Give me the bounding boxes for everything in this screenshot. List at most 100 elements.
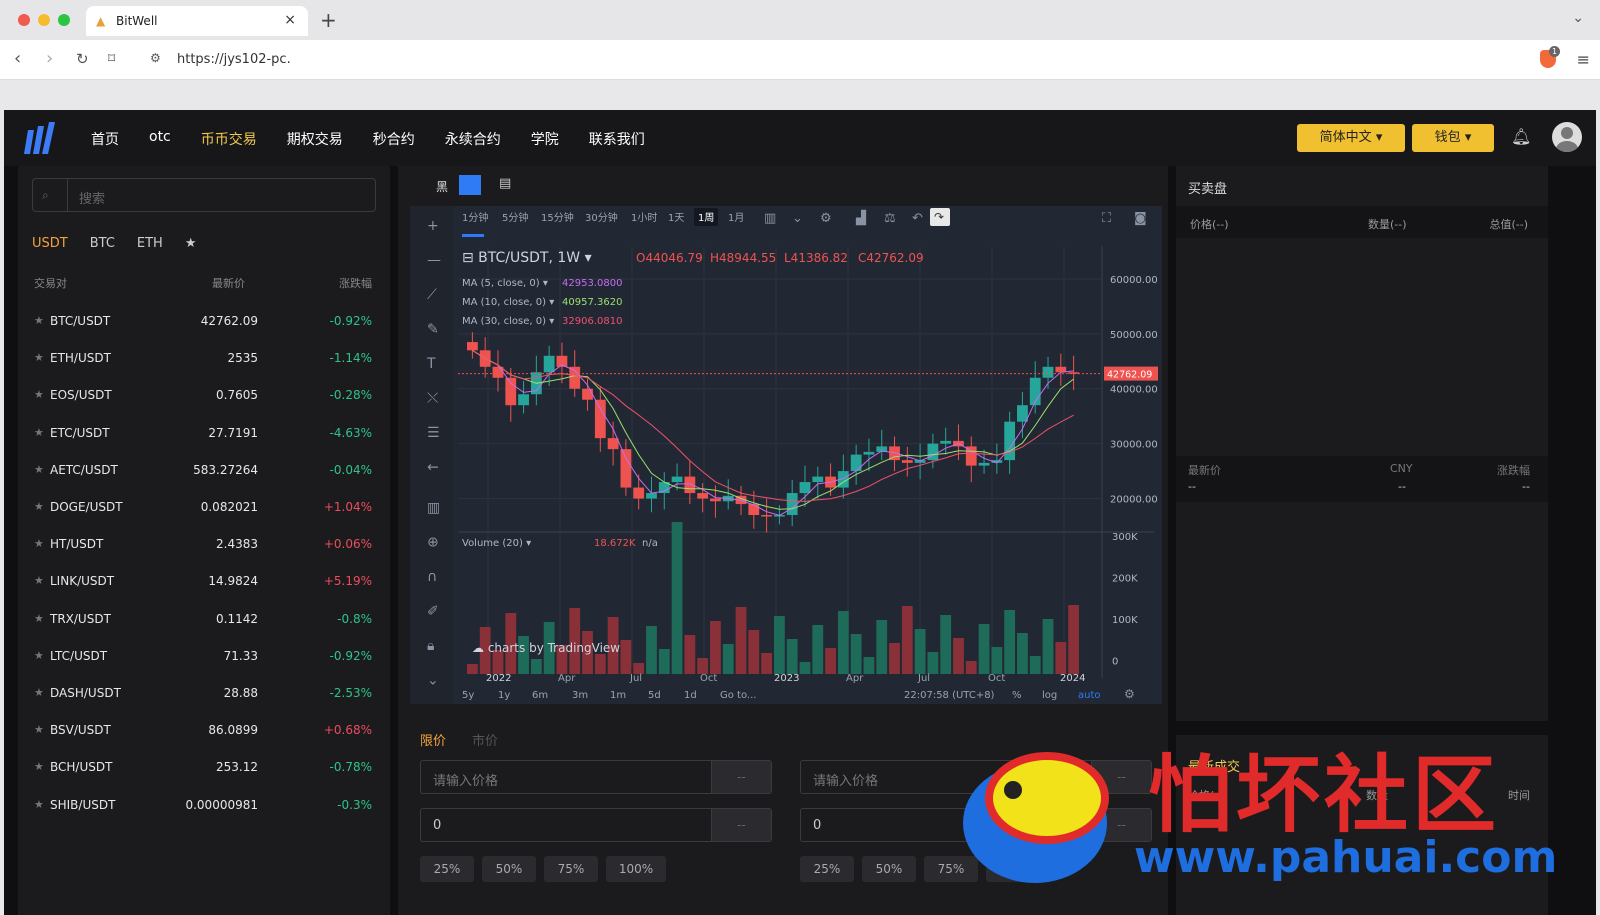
wallet-button[interactable]: 钱包 ▾ bbox=[1412, 124, 1494, 152]
avatar[interactable] bbox=[1552, 122, 1582, 152]
range-0[interactable]: 5y bbox=[462, 690, 474, 701]
star-icon[interactable]: ★ bbox=[34, 612, 44, 625]
pair-row[interactable]: ★ BTC/USDT 42762.09 -0.92% bbox=[34, 314, 374, 334]
range-1[interactable]: 1y bbox=[498, 690, 510, 701]
star-icon[interactable]: ★ bbox=[34, 649, 44, 662]
tab-btc[interactable]: BTC bbox=[90, 236, 115, 251]
compare-icon[interactable]: ⚖ bbox=[884, 211, 896, 226]
trend-icon[interactable]: ⟋ bbox=[427, 287, 437, 303]
url-field[interactable]: https://jys102-pc. bbox=[177, 52, 291, 67]
star-icon[interactable]: ★ bbox=[34, 686, 44, 699]
buy-pct-25[interactable]: 25% bbox=[420, 856, 474, 882]
lock-icon[interactable]: 🔒︎ bbox=[427, 638, 434, 654]
pattern-icon[interactable]: ⤬ bbox=[427, 391, 438, 407]
chevron-down-icon[interactable]: ⌄ bbox=[792, 211, 803, 226]
close-window-button[interactable] bbox=[18, 14, 30, 26]
fullscreen-icon[interactable]: ⛶ bbox=[1101, 211, 1112, 226]
star-icon[interactable]: ★ bbox=[34, 500, 44, 513]
brush-icon[interactable]: ✎ bbox=[427, 322, 439, 338]
star-icon[interactable]: ★ bbox=[34, 723, 44, 736]
text-icon[interactable]: T bbox=[426, 356, 436, 372]
buy-pct-50[interactable]: 50% bbox=[482, 856, 536, 882]
theme-blue-swatch[interactable] bbox=[459, 175, 481, 195]
interval-7[interactable]: 1月 bbox=[728, 212, 744, 224]
star-icon[interactable]: ★ bbox=[34, 537, 44, 550]
pair-row[interactable]: ★ LTC/USDT 71.33 -0.92% bbox=[34, 649, 374, 669]
pair-row[interactable]: ★ ETC/USDT 27.7191 -4.63% bbox=[34, 426, 374, 446]
sell-price-input[interactable]: 请输入价格 bbox=[813, 770, 878, 789]
star-icon[interactable]: ★ bbox=[34, 574, 44, 587]
bookmark-icon[interactable]: ⌑ bbox=[108, 51, 115, 67]
pair-row[interactable]: ★ SHIB/USDT 0.00000981 -0.3% bbox=[34, 798, 374, 818]
minimize-window-button[interactable] bbox=[38, 14, 50, 26]
star-icon[interactable]: ★ bbox=[34, 798, 44, 811]
tradingview-chart[interactable]: + — ⟋ ✎ T ⤬ ☰ ← ▥ ⊕ ∩ ✐ 🔒︎ ⌄ 1分钟 5分钟 15分钟 30分钟 1小时 1天 1周 1月 ▥ ⌄… bbox=[410, 206, 1162, 704]
tab-limit[interactable]: 限价 bbox=[420, 730, 446, 749]
nav-otc[interactable]: otc bbox=[149, 129, 171, 149]
buy-amount-input[interactable]: 0 bbox=[433, 818, 441, 833]
pair-row[interactable]: ★ ETH/USDT 2535 -1.14% bbox=[34, 351, 374, 371]
interval-6[interactable]: 1周 bbox=[698, 212, 714, 224]
pair-row[interactable]: ★ BSV/USDT 86.0899 +0.68% bbox=[34, 723, 374, 743]
bitwell-logo-icon[interactable] bbox=[20, 120, 60, 156]
nav-contact[interactable]: 联系我们 bbox=[589, 129, 645, 149]
gear-icon[interactable]: ⚙ bbox=[820, 211, 832, 226]
measure-icon[interactable]: ▥ bbox=[427, 500, 440, 516]
buy-amount-field[interactable]: 0 -- bbox=[420, 808, 772, 842]
scale-auto[interactable]: auto bbox=[1078, 690, 1101, 701]
star-icon[interactable]: ★ bbox=[34, 760, 44, 773]
bell-icon[interactable]: 🔔︎ bbox=[1511, 127, 1531, 146]
crosshair-icon[interactable]: + bbox=[427, 218, 439, 234]
interval-5[interactable]: 1天 bbox=[668, 213, 684, 224]
pair-row[interactable]: ★ EOS/USDT 0.7605 -0.28% bbox=[34, 388, 374, 408]
buy-price-input[interactable]: 请输入价格 bbox=[433, 770, 498, 789]
sell-price-field[interactable]: 请输入价格 -- bbox=[800, 760, 1152, 794]
browser-tab[interactable]: ▲ BitWell × bbox=[86, 6, 308, 36]
pair-row[interactable]: ★ DASH/USDT 28.88 -2.53% bbox=[34, 686, 374, 706]
buy-price-field[interactable]: 请输入价格 -- bbox=[420, 760, 772, 794]
interval-4[interactable]: 1小时 bbox=[631, 212, 657, 224]
theme-dark-option[interactable]: 黑 bbox=[436, 178, 448, 195]
star-icon[interactable]: ★ bbox=[34, 388, 44, 401]
draw-lock-icon[interactable]: ✐ bbox=[427, 604, 439, 620]
line-icon[interactable]: — bbox=[427, 253, 441, 269]
zoom-window-button[interactable] bbox=[58, 14, 70, 26]
interval-2[interactable]: 15分钟 bbox=[541, 211, 574, 224]
sell-amount-field[interactable]: 0 -- bbox=[800, 808, 1152, 842]
new-tab-icon[interactable]: + bbox=[320, 8, 337, 32]
sell-pct-75[interactable]: 75% bbox=[924, 856, 978, 882]
magnet-icon[interactable]: ∩ bbox=[427, 569, 437, 585]
reload-icon[interactable]: ↻ bbox=[76, 50, 89, 68]
sell-pct-25[interactable]: 25% bbox=[800, 856, 854, 882]
pair-row[interactable]: ★ HT/USDT 2.4383 +0.06% bbox=[34, 537, 374, 557]
nav-home[interactable]: 首页 bbox=[91, 129, 119, 149]
site-settings-icon[interactable]: ⚙ bbox=[150, 51, 161, 65]
star-icon[interactable]: ★ bbox=[34, 351, 44, 364]
interval-1[interactable]: 5分钟 bbox=[502, 211, 528, 224]
language-button[interactable]: 简体中文 ▾ bbox=[1297, 124, 1405, 152]
candle-type-icon[interactable]: ▥ bbox=[764, 211, 776, 226]
back-icon[interactable]: ‹ bbox=[14, 48, 21, 69]
sell-amount-input[interactable]: 0 bbox=[813, 818, 821, 833]
arrow-left-icon[interactable]: ← bbox=[427, 460, 439, 476]
pair-row[interactable]: ★ AETC/USDT 583.27264 -0.04% bbox=[34, 463, 374, 483]
chevron-down-icon[interactable]: ⌄ bbox=[1572, 10, 1584, 26]
tab-market[interactable]: 市价 bbox=[472, 730, 498, 749]
menu-icon[interactable]: ≡ bbox=[1577, 50, 1590, 69]
nav-options[interactable]: 期权交易 bbox=[287, 129, 343, 149]
star-icon[interactable]: ★ bbox=[34, 314, 44, 327]
range-7[interactable]: Go to... bbox=[720, 690, 756, 701]
range-5[interactable]: 5d bbox=[648, 690, 661, 701]
close-tab-icon[interactable]: × bbox=[284, 12, 296, 28]
tab-favorites[interactable]: ★ bbox=[185, 236, 197, 251]
tab-eth[interactable]: ETH bbox=[137, 236, 163, 251]
search-input[interactable]: 搜索 bbox=[79, 188, 105, 207]
tab-usdt[interactable]: USDT bbox=[32, 236, 68, 251]
forward-icon[interactable]: › bbox=[46, 48, 53, 69]
camera-icon[interactable]: ◙ bbox=[1134, 211, 1147, 226]
pair-row[interactable]: ★ BCH/USDT 253.12 -0.78% bbox=[34, 760, 374, 780]
nav-academy[interactable]: 学院 bbox=[531, 129, 559, 149]
range-3[interactable]: 3m bbox=[572, 690, 588, 701]
nav-second-contract[interactable]: 秒合约 bbox=[373, 129, 415, 149]
buy-pct-75[interactable]: 75% bbox=[544, 856, 598, 882]
